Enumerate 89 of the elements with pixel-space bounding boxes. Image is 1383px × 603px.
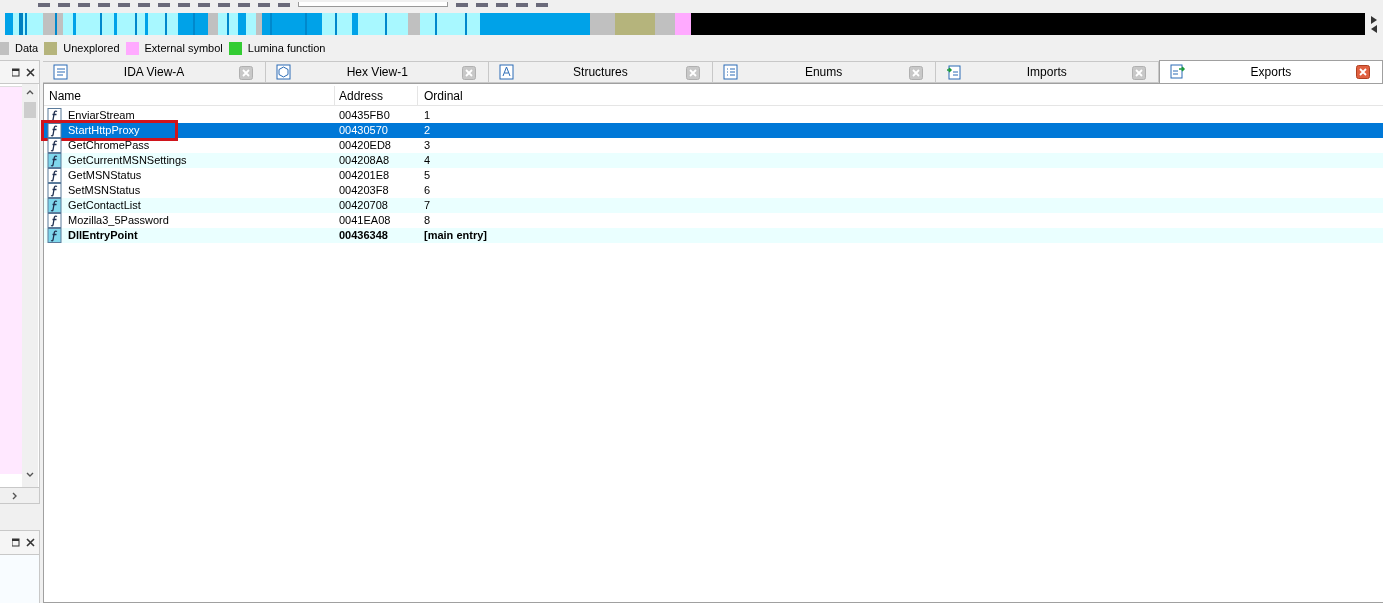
tab[interactable]: Imports <box>935 61 1159 83</box>
table-cell-text: 004203F8 <box>338 183 390 198</box>
table-cell-text: 004201E8 <box>338 168 391 183</box>
scroll-right-icon[interactable] <box>12 491 17 500</box>
table-cell-text: 2 <box>423 123 432 138</box>
tab[interactable]: Structures <box>489 61 713 83</box>
table-cell-text: 00435FB0 <box>338 108 391 123</box>
table-cell-text: 00430570 <box>338 123 389 138</box>
table-cell-text: 1 <box>423 108 432 123</box>
navigation-band[interactable] <box>5 13 1365 35</box>
close-icon[interactable] <box>26 67 35 77</box>
function-icon <box>46 183 62 198</box>
legend-label: External symbol <box>144 40 223 56</box>
toolbar-icon[interactable] <box>58 3 70 7</box>
column-header[interactable]: Name <box>44 86 335 105</box>
toolbar-icon[interactable] <box>78 3 90 7</box>
close-icon[interactable] <box>1356 65 1371 79</box>
toolbar-icon[interactable] <box>238 3 250 7</box>
toolbar-icon[interactable] <box>178 3 190 7</box>
column-header[interactable]: Address <box>335 86 418 105</box>
toolbar-icon[interactable] <box>536 3 548 7</box>
export-name: GetCurrentMSNSettings <box>68 153 187 169</box>
table-row[interactable]: DllEntryPoint 00436348 [main entry] <box>44 228 1383 243</box>
function-icon <box>46 213 62 228</box>
tab[interactable]: Hex View-1 <box>266 61 490 83</box>
export-name: DllEntryPoint <box>68 228 138 244</box>
tab-icon <box>1169 63 1186 79</box>
toolbar-icon[interactable] <box>258 3 270 7</box>
export-name: SetMSNStatus <box>68 183 141 199</box>
scrollbar[interactable] <box>22 84 38 487</box>
table-cell-text: 00420ED8 <box>338 138 392 153</box>
table-row[interactable]: GetCurrentMSNSettings 004208A8 4 <box>44 153 1383 168</box>
toolbar-icon[interactable] <box>118 3 130 7</box>
table-cell-text: [main entry] <box>423 228 488 243</box>
close-icon[interactable] <box>26 538 35 547</box>
tab-icon <box>945 64 962 80</box>
export-name: StartHttpProxy <box>68 123 140 139</box>
tab-icon <box>276 64 293 80</box>
scroll-up-icon[interactable] <box>26 90 34 95</box>
table-cell-text: 00436348 <box>338 228 389 243</box>
table-cell-text: 8 <box>423 213 432 228</box>
export-name: Mozilla3_5Password <box>68 213 169 229</box>
legend-label: Lumina function <box>247 40 326 56</box>
function-icon <box>46 138 62 153</box>
column-header[interactable]: Ordinal <box>418 86 1383 105</box>
toolbar-icon[interactable] <box>98 3 110 7</box>
tab[interactable]: Enums <box>712 61 936 83</box>
scroll-arrows-icon[interactable] <box>1370 14 1378 34</box>
toolbar-icon[interactable] <box>278 3 290 7</box>
table-cell-text: 0041EA08 <box>338 213 392 228</box>
table-row[interactable]: GetContactList 00420708 7 <box>44 198 1383 213</box>
table-row[interactable]: StartHttpProxy 00430570 2 <box>44 123 1383 138</box>
table-cell-text: 5 <box>423 168 432 183</box>
toolbar-icon[interactable] <box>496 3 508 7</box>
function-icon <box>46 228 62 243</box>
table-cell-text: 00420708 <box>338 198 389 213</box>
debugger-dropdown[interactable] <box>298 2 448 7</box>
function-icon <box>46 198 62 213</box>
scroll-thumb[interactable] <box>24 102 36 118</box>
table-cell-text: 3 <box>423 138 432 153</box>
export-name: GetContactList <box>68 198 141 214</box>
export-name: GetMSNStatus <box>68 168 142 184</box>
function-icon <box>46 153 62 168</box>
toolbar-icon[interactable] <box>38 3 50 7</box>
tab-icon <box>722 64 739 80</box>
export-name: GetChromePass <box>68 138 150 154</box>
toolbar-icon[interactable] <box>476 3 488 7</box>
tab-icon <box>53 64 69 80</box>
table-cell-text: 7 <box>423 198 432 213</box>
toolbar-icon[interactable] <box>198 3 210 7</box>
toolbar-icon[interactable] <box>138 3 150 7</box>
toolbar-icon[interactable] <box>158 3 170 7</box>
function-icon <box>46 123 62 138</box>
float-icon[interactable] <box>12 538 20 547</box>
scroll-down-icon[interactable] <box>26 472 34 477</box>
export-name: EnviarStream <box>68 108 135 124</box>
function-icon <box>46 168 62 183</box>
table-cell-text: 004208A8 <box>338 153 391 168</box>
toolbar-icon[interactable] <box>218 3 230 7</box>
tab-icon <box>499 64 516 80</box>
table-cell-text: 4 <box>423 153 432 168</box>
tab[interactable]: IDA View-A <box>43 61 267 83</box>
legend-label: Data <box>15 40 39 56</box>
tab[interactable]: Exports <box>1158 60 1383 83</box>
legend-label: Unexplored <box>63 40 120 56</box>
table-cell-text: 6 <box>423 183 432 198</box>
toolbar-icon[interactable] <box>456 3 468 7</box>
toolbar-icon[interactable] <box>516 3 528 7</box>
float-icon[interactable] <box>12 67 20 77</box>
